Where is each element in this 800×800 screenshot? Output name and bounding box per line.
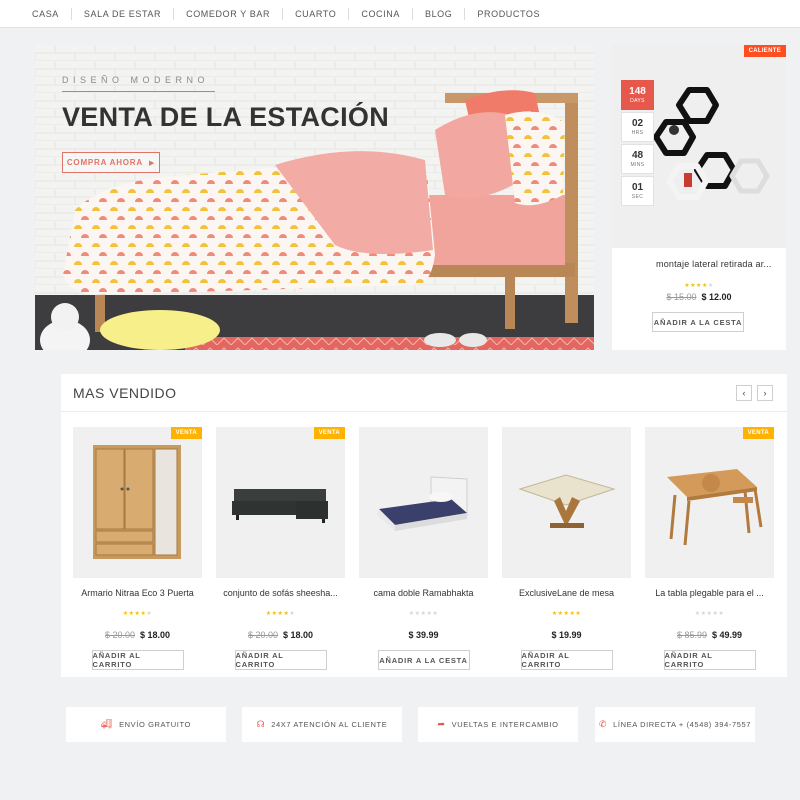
star-icon: ★ bbox=[707, 283, 714, 289]
deal-product-title[interactable]: montaje lateral retirada ar... bbox=[656, 259, 780, 269]
section-title: MAS VENDIDO bbox=[73, 384, 177, 401]
product-name[interactable]: Armario Nitraa Eco 3 Puerta bbox=[73, 588, 202, 598]
best-sellers-section: MAS VENDIDO ‹ › VENTA Armario Nitraa Eco … bbox=[61, 374, 787, 677]
nav-item-sala-de-estar[interactable]: SALA DE ESTAR bbox=[72, 7, 175, 20]
nav-item-comedor-y-bar[interactable]: COMEDOR Y BAR bbox=[174, 7, 284, 20]
nav-item-casa[interactable]: CASA bbox=[22, 7, 72, 20]
add-to-cart-button[interactable]: AÑADIR A LA CESTA bbox=[652, 312, 744, 332]
add-to-cart-button[interactable]: AÑADIR AL CARRITO bbox=[234, 650, 327, 670]
chevron-left-icon[interactable]: ‹ bbox=[736, 385, 752, 401]
headset-icon: ☊ bbox=[256, 719, 266, 729]
product-card: VENTA Armario Nitraa Eco 3 Puerta ★★★★★ $ 2… bbox=[73, 427, 202, 670]
product-card: VENTA conjunto de sofás sheesha... ★★★★★ $ … bbox=[216, 427, 345, 670]
star-icon: ★ bbox=[146, 611, 153, 617]
sale-badge: VENTA bbox=[170, 427, 202, 439]
countdown-seconds: 01 SEC bbox=[621, 176, 654, 206]
truck-icon: 🚚︎ bbox=[101, 719, 114, 729]
product-rating: ★★★★★ bbox=[359, 602, 488, 620]
service-returns: ➦ VUELTAS E INTERCAMBIO bbox=[418, 707, 578, 742]
hero-headline: VENTA DE LA ESTACIÓN bbox=[62, 102, 390, 132]
star-icon: ★ bbox=[289, 611, 296, 617]
product-image[interactable] bbox=[502, 427, 631, 578]
deal-rating: ★★★★★ bbox=[612, 274, 786, 292]
star-icon: ★ bbox=[432, 611, 439, 617]
product-price: $ 19.99 bbox=[502, 630, 631, 640]
sale-badge: VENTA bbox=[313, 427, 345, 439]
product-old-price: $ 20.00 bbox=[247, 630, 278, 640]
product-image[interactable]: VENTA bbox=[645, 427, 774, 578]
product-rating: ★★★★★ bbox=[645, 602, 774, 620]
star-icon: ★ bbox=[718, 611, 725, 617]
best-sellers-header: MAS VENDIDO bbox=[61, 374, 787, 412]
deal-old-price: $ 15.00 bbox=[666, 292, 697, 302]
deal-current-price: $ 12.00 bbox=[701, 292, 732, 302]
nav-item-cocina[interactable]: COCINA bbox=[349, 7, 413, 20]
share-arrow-icon: ➦ bbox=[437, 719, 446, 729]
hero-kicker: DISEÑO MODERNO bbox=[62, 75, 215, 92]
hero-banner[interactable]: DISEÑO MODERNO VENTA DE LA ESTACIÓN COMP… bbox=[35, 45, 594, 350]
countdown-minutes: 48 MINS bbox=[621, 144, 654, 174]
product-card: cama doble Ramabhakta ★★★★★ $ 39.99 AÑADIR … bbox=[359, 427, 488, 670]
product-name[interactable]: conjunto de sofás sheesha... bbox=[216, 588, 345, 598]
product-current-price: $ 39.99 bbox=[408, 630, 439, 640]
star-icon: ★ bbox=[575, 611, 582, 617]
service-support: ☊ 24X7 ATENCIÓN AL CLIENTE bbox=[242, 707, 402, 742]
product-name[interactable]: cama doble Ramabhakta bbox=[359, 588, 488, 598]
shop-now-button[interactable]: COMPRA AHORA ▶ bbox=[62, 152, 160, 173]
top-nav: CASA SALA DE ESTAR COMEDOR Y BAR CUARTO … bbox=[0, 0, 800, 28]
service-free-shipping: 🚚︎ ENVÍO GRATUITO bbox=[66, 707, 226, 742]
deal-price: $ 15.00 $ 12.00 bbox=[612, 292, 786, 302]
product-image[interactable] bbox=[359, 427, 488, 578]
add-to-cart-button[interactable]: AÑADIR AL CARRITO bbox=[91, 650, 184, 670]
product-card: VENTA La tabla plegable para el ... ★★★★★ $… bbox=[645, 427, 774, 670]
product-current-price: $ 19.99 bbox=[551, 630, 582, 640]
product-rating: ★★★★★ bbox=[73, 602, 202, 620]
product-old-price: $ 85.99 bbox=[676, 630, 707, 640]
product-price: $ 20.00 $ 18.00 bbox=[73, 630, 202, 640]
countdown-hours: 02 HRS bbox=[621, 112, 654, 142]
nav-item-blog[interactable]: BLOG bbox=[413, 7, 466, 20]
product-card: ExclusiveLane de mesa ★★★★★ $ 19.99 AÑADIR … bbox=[502, 427, 631, 670]
product-current-price: $ 18.00 bbox=[140, 630, 171, 640]
product-image[interactable]: VENTA bbox=[216, 427, 345, 578]
play-arrow-icon: ▶ bbox=[148, 159, 156, 167]
add-to-cart-button[interactable]: AÑADIR AL CARRITO bbox=[663, 650, 756, 670]
countdown-timer: 148 DAYS 02 HRS 48 MINS 01 SEC bbox=[621, 80, 654, 208]
countdown-days: 148 DAYS bbox=[621, 80, 654, 110]
chevron-right-icon[interactable]: › bbox=[757, 385, 773, 401]
product-image[interactable]: VENTA bbox=[73, 427, 202, 578]
product-price: $ 39.99 bbox=[359, 630, 488, 640]
hot-badge: CALIENTE bbox=[743, 45, 786, 57]
phone-icon: ✆ bbox=[598, 719, 608, 729]
product-price: $ 85.99 $ 49.99 bbox=[645, 630, 774, 640]
product-price: $ 20.00 $ 18.00 bbox=[216, 630, 345, 640]
hot-deal-card: CALIENTE 148 DAYS 02 HRS 48 MINS 01 SEC … bbox=[612, 45, 786, 350]
product-current-price: $ 18.00 bbox=[283, 630, 314, 640]
product-current-price: $ 49.99 bbox=[712, 630, 743, 640]
nav-item-productos[interactable]: PRODUCTOS bbox=[465, 8, 552, 20]
product-old-price: $ 20.00 bbox=[104, 630, 135, 640]
service-hotline: ✆ LÍNEA DIRECTA + (4548) 394-7557 bbox=[595, 707, 755, 742]
add-to-cart-button[interactable]: AÑADIR A LA CESTA bbox=[377, 650, 470, 670]
product-name[interactable]: La tabla plegable para el ... bbox=[645, 588, 774, 598]
nav-item-cuarto[interactable]: CUARTO bbox=[283, 7, 350, 20]
add-to-cart-button[interactable]: AÑADIR AL CARRITO bbox=[520, 650, 613, 670]
product-rating: ★★★★★ bbox=[216, 602, 345, 620]
product-name[interactable]: ExclusiveLane de mesa bbox=[502, 588, 631, 598]
product-rating: ★★★★★ bbox=[502, 602, 631, 620]
sale-badge: VENTA bbox=[742, 427, 774, 439]
carousel-arrows: ‹ › bbox=[736, 385, 773, 401]
shop-now-label: COMPRA AHORA bbox=[66, 158, 143, 167]
